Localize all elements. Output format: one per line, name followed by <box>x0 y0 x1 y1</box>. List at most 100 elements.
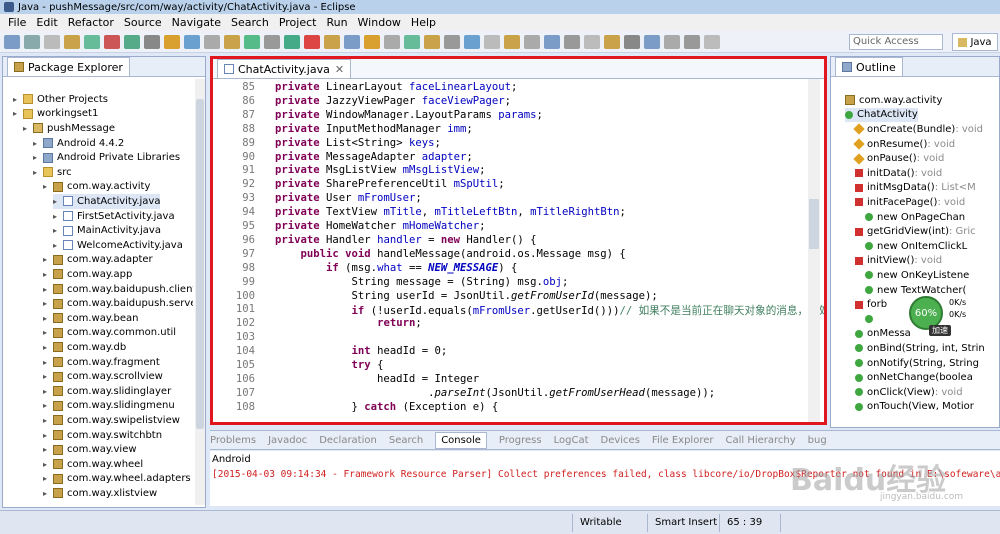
toolbar-button-icon[interactable] <box>524 34 540 49</box>
expand-arrow-icon[interactable]: ▸ <box>43 343 51 352</box>
tab-devices[interactable]: Devices <box>601 435 640 446</box>
tab-call-hierarchy[interactable]: Call Hierarchy <box>725 435 795 446</box>
tree-item[interactable]: ▸ ChatActivity.java <box>53 194 161 209</box>
tree-item[interactable]: ▸ WelcomeActivity.java <box>53 238 183 253</box>
tab-search[interactable]: Search <box>389 435 423 446</box>
expand-arrow-icon[interactable]: ▸ <box>43 460 51 469</box>
tree-item[interactable]: ▸ com.way.wheel <box>43 457 143 472</box>
network-speed-widget[interactable]: 60% 0K/s 0K/s 加速 <box>905 296 985 336</box>
toolbar-button-icon[interactable] <box>304 34 320 49</box>
tree-item[interactable]: ▸ com.way.db <box>43 340 126 355</box>
expand-arrow-icon[interactable]: ▸ <box>53 212 61 221</box>
toolbar-button-icon[interactable] <box>4 34 20 49</box>
expand-arrow-icon[interactable]: ▸ <box>43 431 51 440</box>
toolbar-button-icon[interactable] <box>684 34 700 49</box>
menu-edit[interactable]: Edit <box>31 16 62 29</box>
menu-search[interactable]: Search <box>226 16 274 29</box>
expand-arrow-icon[interactable]: ▸ <box>43 285 51 294</box>
toolbar-button-icon[interactable] <box>164 34 180 49</box>
tree-item[interactable]: ▸ com.way.xlistview <box>43 486 157 501</box>
toolbar-button-icon[interactable] <box>144 34 160 49</box>
outline-item[interactable]: onTouch(View, Motior <box>855 400 974 415</box>
expand-arrow-icon[interactable]: ▸ <box>43 416 51 425</box>
tree-item[interactable]: ▸ com.way.swipelistview <box>43 413 180 428</box>
outline-item[interactable]: initView() : void <box>855 254 942 269</box>
outline-item[interactable]: initData() : void <box>855 166 942 181</box>
menu-help[interactable]: Help <box>406 16 441 29</box>
tree-item[interactable]: ▸ com.way.baidupush.server <box>43 296 193 311</box>
expand-arrow-icon[interactable]: ▸ <box>43 445 51 454</box>
menu-file[interactable]: File <box>3 16 31 29</box>
tree-item[interactable]: ▸ MainActivity.java <box>53 223 161 238</box>
expand-arrow-icon[interactable]: ▸ <box>13 95 21 104</box>
tab-outline[interactable]: Outline <box>835 57 903 76</box>
tree-item[interactable]: ▸ com.way.slidinglayer <box>43 384 171 399</box>
toolbar-button-icon[interactable] <box>364 34 380 49</box>
tree-item[interactable]: ▸ Android 4.4.2 <box>33 136 124 151</box>
editor-scrollbar[interactable] <box>808 79 820 422</box>
tree-item[interactable]: ▸ Other Projects <box>13 92 108 107</box>
toolbar-button-icon[interactable] <box>104 34 120 49</box>
toolbar-button-icon[interactable] <box>344 34 360 49</box>
toolbar-button-icon[interactable] <box>564 34 580 49</box>
tab-chatactivity-java[interactable]: ChatActivity.java ✕ <box>217 59 352 78</box>
outline-item[interactable]: getGridView(int) : Gric <box>855 224 976 239</box>
expand-arrow-icon[interactable]: ▸ <box>33 168 41 177</box>
toolbar-button-icon[interactable] <box>284 34 300 49</box>
java-perspective-button[interactable]: Java <box>952 33 998 51</box>
tree-item[interactable]: ▸ com.way.adapter <box>43 253 153 268</box>
toolbar-button-icon[interactable] <box>664 34 680 49</box>
toolbar-button-icon[interactable] <box>424 34 440 49</box>
tree-item[interactable]: ▸ com.way.app <box>43 267 132 282</box>
outline-item[interactable]: onBind(String, int, Strin <box>855 341 985 356</box>
outline-item[interactable]: new OnPageChan <box>865 210 965 225</box>
tab-progress[interactable]: Progress <box>499 435 542 446</box>
toolbar-button-icon[interactable] <box>644 34 660 49</box>
tab-console[interactable]: Console <box>435 431 487 449</box>
expand-arrow-icon[interactable]: ▸ <box>53 197 61 206</box>
toolbar-button-icon[interactable] <box>404 34 420 49</box>
tree-item[interactable]: ▸ com.way.bean <box>43 311 138 326</box>
tab-declaration[interactable]: Declaration <box>319 435 377 446</box>
outline-item[interactable]: initFacePage() : void <box>855 195 965 210</box>
tree-item[interactable]: ▸ com.way.slidingmenu <box>43 399 175 414</box>
tree-item[interactable]: ▸ Android Private Libraries <box>33 150 180 165</box>
tab-package-explorer[interactable]: Package Explorer <box>7 57 130 76</box>
tree-item[interactable]: ▸ workingset1 <box>13 107 98 122</box>
toolbar-button-icon[interactable] <box>84 34 100 49</box>
expand-arrow-icon[interactable]: ▸ <box>43 182 51 191</box>
outline-item[interactable]: onResume() : void <box>853 137 955 152</box>
menu-run[interactable]: Run <box>321 16 352 29</box>
menu-refactor[interactable]: Refactor <box>63 16 119 29</box>
expand-arrow-icon[interactable]: ▸ <box>53 241 61 250</box>
toolbar-button-icon[interactable] <box>44 34 60 49</box>
tree-item[interactable]: ▸ src <box>33 165 72 180</box>
toolbar-button-icon[interactable] <box>124 34 140 49</box>
toolbar-button-icon[interactable] <box>244 34 260 49</box>
expand-arrow-icon[interactable]: ▸ <box>43 372 51 381</box>
outline-item[interactable]: com.way.activity <box>845 93 942 108</box>
expand-arrow-icon[interactable]: ▸ <box>43 328 51 337</box>
tree-item[interactable]: ▸ com.way.switchbtn <box>43 428 162 443</box>
close-tab-icon[interactable]: ✕ <box>335 63 344 76</box>
expand-arrow-icon[interactable]: ▸ <box>33 139 41 148</box>
outline-item[interactable]: ChatActivity <box>845 107 918 123</box>
outline-item[interactable] <box>865 312 877 327</box>
tree-item[interactable]: ▸ com.way.baidupush.client <box>43 282 193 297</box>
toolbar-button-icon[interactable] <box>384 34 400 49</box>
outline-item[interactable]: onNotify(String, String <box>855 356 979 371</box>
toolbar-button-icon[interactable] <box>544 34 560 49</box>
outline-item[interactable]: onCreate(Bundle) : void <box>853 122 983 137</box>
toolbar-button-icon[interactable] <box>464 34 480 49</box>
menu-source[interactable]: Source <box>119 16 167 29</box>
expand-arrow-icon[interactable]: ▸ <box>43 255 51 264</box>
expand-arrow-icon[interactable]: ▸ <box>43 314 51 323</box>
outline-item[interactable]: onClick(View) : void <box>855 385 963 400</box>
toolbar-button-icon[interactable] <box>204 34 220 49</box>
tree-item[interactable]: ▸ com.way.view <box>43 442 137 457</box>
toolbar-button-icon[interactable] <box>64 34 80 49</box>
tree-item[interactable]: ▸ com.way.activity <box>43 180 150 195</box>
expand-arrow-icon[interactable]: ▸ <box>33 153 41 162</box>
tree-item[interactable]: ▸ pushMessage <box>23 121 115 136</box>
outline-item[interactable]: new OnKeyListene <box>865 268 969 283</box>
